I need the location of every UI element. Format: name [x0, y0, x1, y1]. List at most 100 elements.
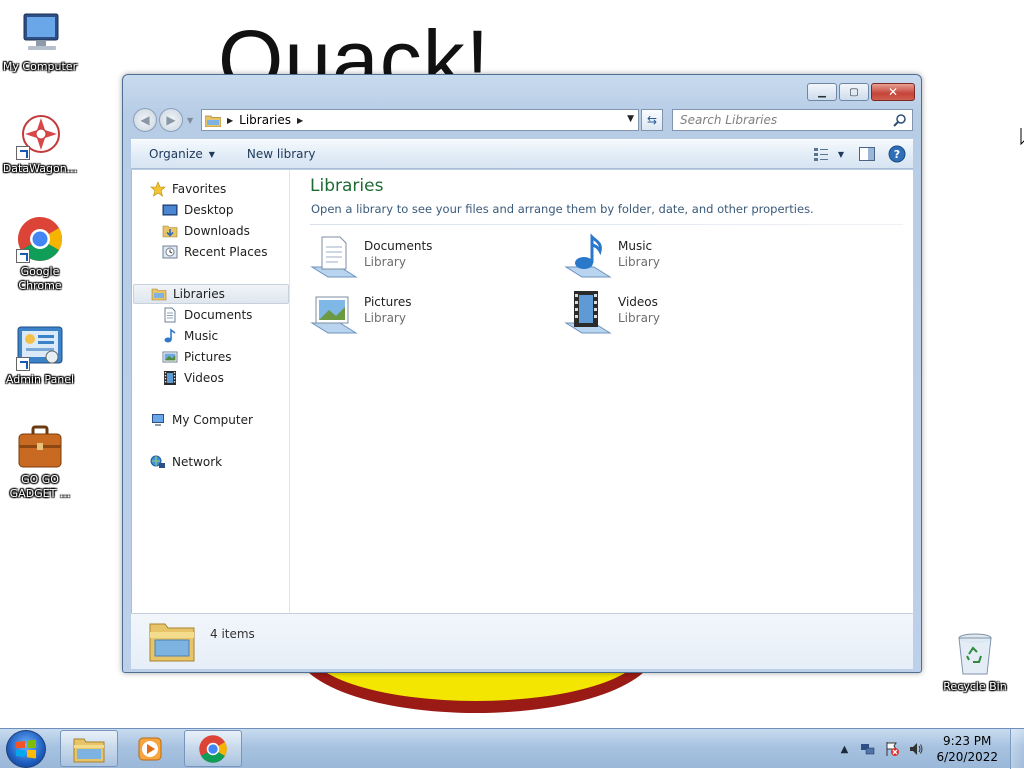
- documents-library-icon: [310, 236, 358, 278]
- libraries-folder-icon: [151, 288, 167, 301]
- chevron-down-icon: ▼: [208, 149, 215, 159]
- nav-network[interactable]: Network: [150, 452, 222, 472]
- volume-icon[interactable]: [908, 741, 924, 757]
- datawagon-icon: [16, 112, 64, 160]
- library-item-pictures[interactable]: Pictures Library: [310, 289, 550, 339]
- nav-pictures[interactable]: Pictures: [162, 347, 232, 367]
- nav-item-label: Videos: [184, 371, 224, 385]
- mouse-cursor-icon: [1020, 128, 1024, 146]
- picture-icon: [162, 351, 178, 363]
- desktop-icon-go-go-gadget[interactable]: GO GO GADGET ...: [0, 423, 80, 501]
- desktop-icon-datawagon[interactable]: DataWagon...: [0, 112, 80, 176]
- back-arrow-icon: ◀: [140, 113, 150, 127]
- system-tray: ▲ 9:23 PM 6/20/2022: [832, 729, 1024, 769]
- address-dropdown-icon[interactable]: ▼: [627, 114, 634, 124]
- nav-music[interactable]: Music: [162, 326, 218, 346]
- address-field[interactable]: ▶ Libraries ▶ ▼: [201, 109, 639, 131]
- search-input[interactable]: Search Libraries: [672, 109, 913, 131]
- nav-item-label: Music: [184, 329, 219, 343]
- search-icon[interactable]: [893, 113, 907, 127]
- libraries-folder-icon: [149, 623, 195, 662]
- star-icon: [150, 181, 166, 197]
- details-pane: 4 items: [131, 613, 913, 669]
- show-desktop-button[interactable]: [1010, 729, 1024, 769]
- library-type: Library: [364, 311, 406, 325]
- search-placeholder: Search Libraries: [680, 113, 778, 127]
- page-title: Libraries: [310, 176, 384, 196]
- library-item-documents[interactable]: Documents Library: [310, 233, 550, 283]
- shortcut-arrow-icon: [16, 146, 30, 160]
- desktop-icon-admin-panel[interactable]: Admin Panel: [0, 323, 80, 387]
- nav-item-label: Desktop: [184, 203, 234, 217]
- preview-pane-button[interactable]: [857, 144, 877, 164]
- preview-pane-icon: [859, 147, 875, 161]
- organize-button[interactable]: Organize ▼: [139, 147, 225, 161]
- document-icon: [164, 307, 176, 323]
- recent-pages-dropdown[interactable]: ▼: [187, 116, 195, 125]
- explorer-window[interactable]: ▁ ▢ ✕ ◀ ▶ ▼ ▶ Libraries ▶ ▼ ⇆ Search Lib…: [122, 74, 922, 673]
- recent-places-icon: [162, 245, 178, 259]
- library-name: Pictures: [364, 295, 412, 309]
- refresh-icon: ⇆: [646, 113, 658, 127]
- desktop-icon-google-chrome[interactable]: Google Chrome: [0, 215, 80, 293]
- command-bar: Organize ▼ New library ▼ ?: [131, 139, 913, 169]
- close-button[interactable]: ✕: [871, 83, 915, 101]
- nav-videos[interactable]: Videos: [162, 368, 224, 388]
- minimize-button[interactable]: ▁: [807, 83, 837, 101]
- show-hidden-icons-button[interactable]: ▲: [836, 741, 852, 757]
- action-center-icon[interactable]: [884, 741, 900, 757]
- help-icon: ?: [888, 145, 906, 163]
- nav-item-label: Documents: [184, 308, 253, 322]
- libraries-view: Libraries Open a library to see your fil…: [292, 170, 913, 613]
- refresh-button[interactable]: ⇆: [641, 109, 663, 131]
- clock[interactable]: 9:23 PM 6/20/2022: [936, 733, 998, 765]
- chevron-up-icon: ▲: [840, 743, 849, 755]
- breadcrumb-separator-icon: ▶: [227, 115, 234, 125]
- forward-button[interactable]: ▶: [159, 108, 183, 132]
- library-name: Music: [618, 239, 653, 253]
- pictures-library-icon: [310, 296, 358, 334]
- nav-documents[interactable]: Documents: [162, 305, 252, 325]
- taskbar: ▲ 9:23 PM 6/20/2022: [0, 728, 1024, 769]
- page-subtitle: Open a library to see your files and arr…: [311, 202, 814, 216]
- breadcrumb-separator-icon[interactable]: ▶: [297, 116, 303, 125]
- nav-desktop[interactable]: Desktop: [162, 200, 234, 220]
- new-library-button[interactable]: New library: [237, 147, 326, 161]
- breadcrumb-libraries[interactable]: Libraries: [239, 113, 291, 127]
- taskbar-chrome-button[interactable]: [184, 730, 242, 767]
- computer-icon: [152, 414, 164, 426]
- taskbar-media-player-button[interactable]: [121, 730, 179, 767]
- desktop-icon-recycle-bin[interactable]: Recycle Bin: [935, 630, 1015, 694]
- nav-libraries[interactable]: Libraries: [133, 284, 289, 304]
- window-controls: ▁ ▢ ✕: [807, 83, 915, 101]
- help-button[interactable]: ?: [887, 144, 907, 164]
- maximize-icon: ▢: [849, 86, 859, 98]
- maximize-button[interactable]: ▢: [839, 83, 869, 101]
- library-item-videos[interactable]: Videos Library: [564, 289, 804, 339]
- desktop-icon: [162, 204, 178, 216]
- libraries-folder-icon: [205, 115, 221, 127]
- nav-favorites[interactable]: Favorites: [150, 179, 226, 199]
- desktop-icon-my-computer[interactable]: My Computer: [0, 10, 80, 74]
- file-explorer-icon: [73, 738, 105, 762]
- nav-item-label: Downloads: [184, 224, 250, 238]
- view-options-icon: [813, 148, 828, 161]
- close-icon: ✕: [887, 85, 899, 99]
- nav-favorites-label: Favorites: [172, 182, 227, 196]
- nav-recent-places[interactable]: Recent Places: [162, 242, 267, 262]
- taskbar-explorer-button[interactable]: [60, 730, 118, 767]
- windows-logo-icon: [16, 739, 36, 759]
- network-status-icon[interactable]: [860, 741, 876, 757]
- back-button[interactable]: ◀: [133, 108, 157, 132]
- svg-text:?: ?: [894, 148, 900, 161]
- library-name: Documents: [364, 239, 433, 253]
- start-button[interactable]: [6, 730, 46, 768]
- nav-downloads[interactable]: Downloads: [162, 221, 250, 241]
- film-strip-icon: [164, 371, 176, 385]
- nav-my-computer[interactable]: My Computer: [150, 410, 253, 430]
- library-type: Library: [618, 255, 660, 269]
- library-item-music[interactable]: Music Library: [564, 233, 804, 283]
- change-view-button[interactable]: ▼: [811, 144, 847, 164]
- address-bar: ◀ ▶ ▼ ▶ Libraries ▶ ▼ ⇆ Search Libraries: [131, 107, 913, 133]
- videos-library-icon: [564, 291, 612, 334]
